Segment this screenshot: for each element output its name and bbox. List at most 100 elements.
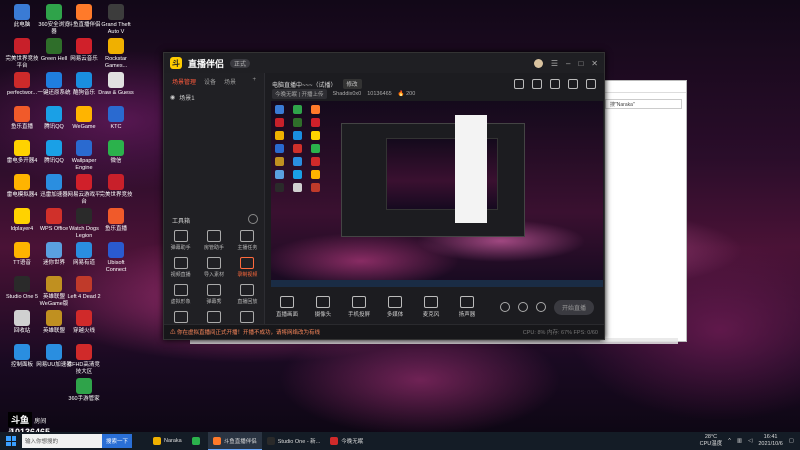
taskbar-app[interactable]: Studio One - 新... [262, 432, 326, 450]
tab-scene-manage[interactable]: 场景管理 [172, 77, 196, 86]
mute-icon[interactable] [517, 302, 528, 312]
notification-icon[interactable]: ▢ [789, 438, 794, 444]
desktop-icon[interactable]: Draw & Guess [98, 72, 134, 97]
app-icon [108, 38, 124, 54]
desktop-icon-label: 控制面板 [10, 362, 33, 368]
toolbox-item[interactable]: 虚拟形象 [164, 282, 197, 305]
desktop-icon[interactable]: 360手游管家 [66, 378, 102, 403]
taskbar-app[interactable]: 斗鱼直播伴侣 [207, 432, 262, 450]
desktop-icon[interactable]: TT语音 [4, 242, 40, 267]
desktop-icon[interactable]: ldplayer4 [4, 208, 40, 233]
desktop-icon[interactable]: Rockstar Games... [98, 38, 134, 69]
desktop-icon[interactable]: CFHD高清竞技大区 [66, 344, 102, 375]
chat-icon[interactable] [532, 79, 542, 89]
video-icon[interactable] [499, 302, 510, 312]
desktop-icon[interactable]: 网易有道 [66, 242, 102, 267]
eye-icon[interactable]: ◉ [170, 94, 175, 101]
taskbar-search-button[interactable]: 搜索一下 [102, 434, 133, 448]
desktop-icon[interactable]: 完美世界竞技平台 [4, 38, 40, 69]
desktop-icon[interactable]: perfectwor... [4, 72, 40, 97]
source-mic[interactable]: 麦克风 [418, 296, 444, 318]
maximize-icon[interactable]: □ [578, 59, 583, 68]
tool-icon [206, 257, 221, 269]
start-live-button[interactable]: 开始直播 [553, 299, 594, 315]
source-media[interactable]: 多媒体 [382, 296, 408, 318]
desktop-icon[interactable]: 微信 [98, 140, 134, 165]
desktop-icon[interactable]: 穿越火线 [66, 310, 102, 335]
chevron-up-icon[interactable]: ^ [728, 438, 731, 444]
weather[interactable]: 28°C CPU温度 [700, 434, 723, 448]
desktop-icon[interactable]: WeGame [66, 106, 102, 131]
toolbox-item[interactable]: 录制视频 [231, 255, 264, 278]
app-icon [76, 174, 92, 190]
source-camera[interactable]: 摄像头 [310, 296, 336, 318]
desktop-icon[interactable]: Grand Theft Auto V [98, 4, 134, 35]
minimize-icon[interactable]: – [566, 59, 570, 68]
menu-icon[interactable]: ☰ [551, 59, 558, 68]
desktop-icon[interactable]: Left 4 Dead 2 [66, 276, 102, 301]
close-icon[interactable]: ✕ [591, 59, 598, 68]
toolbox-item[interactable]: 弹幕秀 [197, 282, 230, 305]
taskbar-search-input[interactable]: 输入你想搜的 [22, 434, 102, 448]
toolbox-item[interactable]: 弹幕助手 [164, 228, 197, 251]
desktop-icon[interactable]: 鱼乐直播 [98, 208, 134, 233]
taskbar-app[interactable]: 今晚无眠 [325, 432, 368, 450]
desktop-icon-label: ldplayer4 [10, 226, 34, 232]
desktop-icon[interactable]: Ubisoft Connect [98, 242, 134, 273]
desktop-icon[interactable]: 雷电模拟器4 [4, 174, 40, 199]
desktop-icon[interactable]: Watch Dogs Legion [66, 208, 102, 239]
desktop-icon[interactable]: 雷电多开器4 [4, 140, 40, 165]
search-box[interactable]: 搜"Naraka" [605, 99, 682, 109]
bottom-right-controls: 开始直播 [499, 299, 594, 315]
desktop-icon[interactable]: 斗鱼直播伴侣 [66, 4, 102, 29]
footer-stats: CPU: 8% 内存: 67% FPS: 0/60 [522, 330, 598, 336]
settings-icon[interactable] [535, 302, 546, 312]
network-icon[interactable]: ▥ [737, 438, 742, 444]
clock[interactable]: 16:41 2021/10/6 [758, 434, 782, 448]
record-icon[interactable] [550, 79, 560, 89]
desktop-icon[interactable]: 控制面板 [4, 344, 40, 369]
screenshot-icon[interactable] [568, 79, 578, 89]
tool-label: 弹幕秀 [206, 299, 222, 305]
tab-scene[interactable]: 场景 [224, 77, 236, 86]
toolbox-item[interactable]: 视频直播 [164, 255, 197, 278]
edit-title-button[interactable]: 修改 [342, 79, 362, 89]
gift-icon[interactable] [514, 79, 524, 89]
toolbox-item[interactable]: 主播任务 [231, 228, 264, 251]
tool-label: 虚拟形象 [170, 299, 191, 305]
desktop-icon[interactable]: 酷狗音乐 [66, 72, 102, 97]
toolbox-settings-icon[interactable] [248, 214, 258, 224]
desktop-icon[interactable]: 回收站 [4, 310, 40, 335]
desktop-icon[interactable]: Wallpaper Engine [66, 140, 102, 171]
room-title: 电脑直播中~~~（试播） [272, 82, 337, 89]
toolbox-item[interactable]: 导入素材 [197, 255, 230, 278]
scene-item[interactable]: ◉ 场景1 [164, 90, 264, 105]
taskbar-app[interactable] [187, 432, 208, 450]
toolbox-item[interactable]: 直播回放 [231, 282, 264, 305]
preview-icon [293, 131, 302, 140]
desktop-icon-label: 酷狗音乐 [72, 90, 95, 96]
tab-device[interactable]: 设备 [204, 77, 216, 86]
app-icon [46, 310, 62, 326]
desktop-icon[interactable]: 网易云音乐 [66, 38, 102, 63]
taskbar-app[interactable]: Naraka [148, 432, 187, 450]
live-preview[interactable] [271, 101, 603, 287]
desktop-icon[interactable]: 鱼乐直播 [4, 106, 40, 131]
add-icon[interactable]: + [252, 77, 256, 86]
toolbox-item[interactable]: 房管助手 [197, 228, 230, 251]
address-bar[interactable] [601, 81, 686, 93]
source-phone[interactable]: 手机投屏 [346, 296, 372, 318]
preview-icon [293, 170, 302, 179]
start-button[interactable] [0, 432, 22, 450]
share-icon[interactable] [586, 79, 596, 89]
desktop-icon[interactable]: 网易云游戏平台 [66, 174, 102, 205]
source-speaker[interactable]: 扬声器 [454, 296, 480, 318]
volume-icon[interactable]: ◁ [748, 438, 752, 444]
browser-window[interactable]: 搜"Naraka" [600, 80, 687, 342]
source-screen[interactable]: 直播画面 [274, 296, 300, 318]
desktop-icon[interactable]: 完美世界竞技 [98, 174, 134, 199]
desktop-icon[interactable]: Studio One 5 [4, 276, 40, 301]
avatar[interactable] [533, 58, 543, 68]
desktop-icon[interactable]: 此电脑 [4, 4, 40, 29]
desktop-icon[interactable]: KTC [98, 106, 134, 131]
